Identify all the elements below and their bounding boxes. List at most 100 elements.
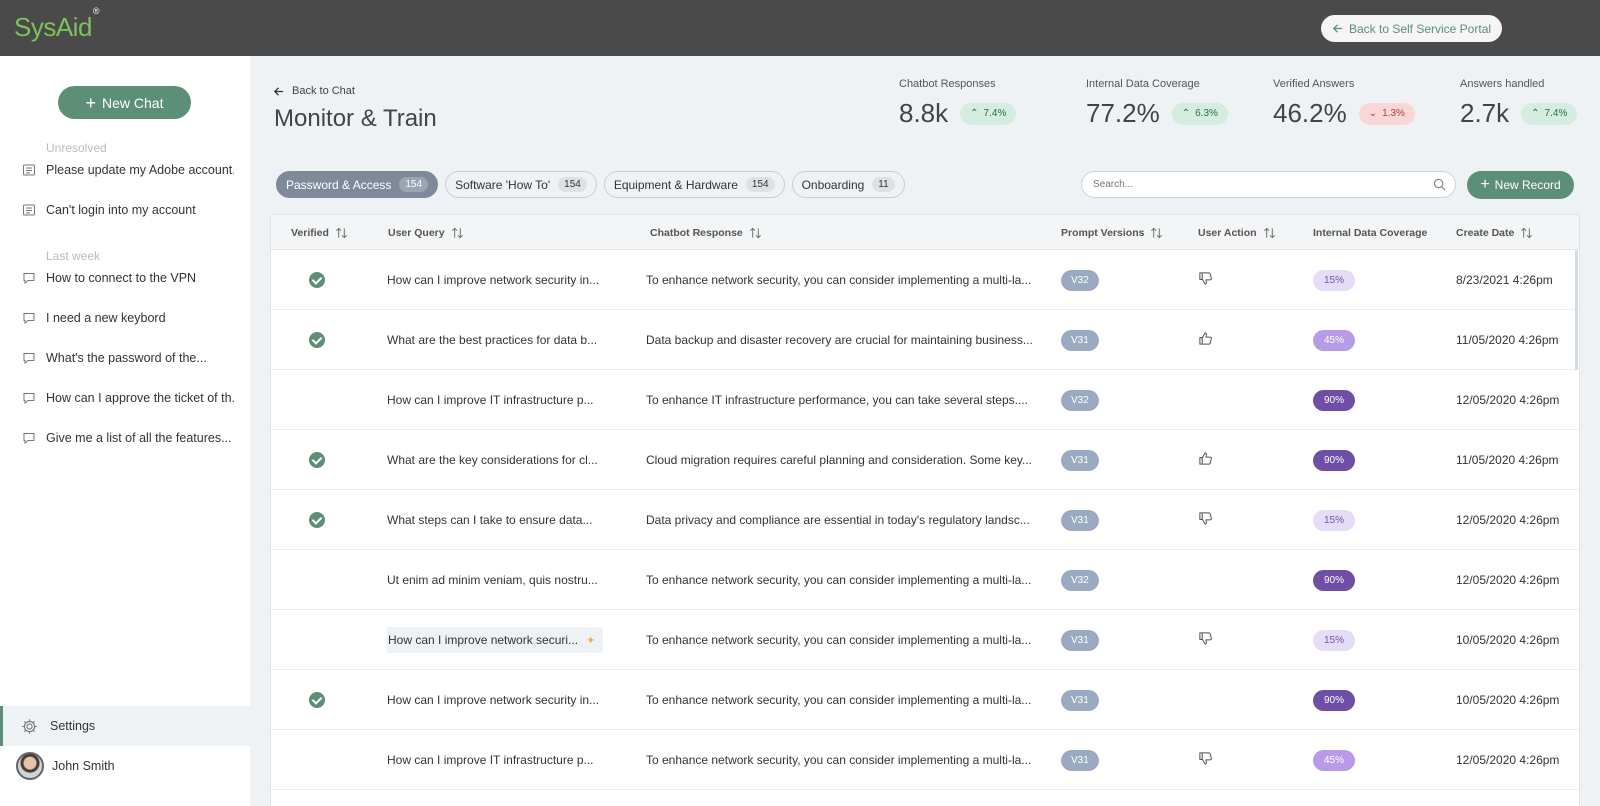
search-icon[interactable] [1433,178,1446,191]
chat-item[interactable]: Can't login into my account [22,200,234,220]
user-profile[interactable]: John Smith [16,751,115,781]
chat-item[interactable]: What's the password of the... [22,348,234,368]
user-query-cell[interactable]: What are the best practices for data b..… [387,310,627,370]
chatbot-response-cell[interactable]: To enhance network security, you can con… [646,730,1046,790]
sort-icon[interactable] [1150,227,1163,239]
version-badge: V31 [1061,689,1099,711]
coverage-cell: 90% [1313,430,1356,490]
document-icon [23,204,35,216]
tab-equipment-hardware[interactable]: Equipment & Hardware 154 [603,171,785,198]
chatbot-response-cell[interactable]: To enhance network security, you can con… [646,670,1046,730]
sort-icon[interactable] [1263,227,1276,239]
coverage-badge: 15% [1313,509,1356,531]
create-date-cell: 12/05/2020 4:26pm [1456,573,1560,587]
user-query-cell[interactable]: How can I improve network securi... ✦ [387,610,627,670]
coverage-cell: 45% [1313,310,1356,370]
table-row[interactable]: How can I improve network securi... ✦ To e… [271,610,1579,670]
coverage-badge: 90% [1313,689,1356,711]
chatbot-response-cell[interactable]: Data backup and disaster recovery are cr… [646,310,1046,370]
stat-value: 46.2% [1273,98,1347,128]
table-scrollbar[interactable] [1575,250,1578,370]
chatbot-response-cell[interactable]: To enhance network security, you can con… [646,250,1046,310]
search-input[interactable] [1081,171,1456,198]
table-row[interactable]: How can I improve network security in...… [271,670,1579,730]
chat-item[interactable]: Give me a list of all the features... [22,428,234,448]
back-to-chat-link[interactable]: Back to Chat [273,85,355,97]
coverage-cell: 15% [1313,490,1356,550]
sort-icon[interactable] [451,227,464,239]
table-row[interactable]: How can I improve IT infrastructure p...… [271,730,1579,790]
table-row[interactable]: What steps can I take to ensure data... D… [271,490,1579,550]
back-to-portal-button[interactable]: Back to Self Service Portal [1321,15,1502,42]
chatbot-response-cell[interactable]: Cloud migration requires careful plannin… [646,430,1046,490]
stat-delta-badge: ⌃ 7.4% [1521,102,1578,125]
version-badge: V31 [1061,749,1099,771]
settings-nav-item[interactable]: Settings [0,706,250,746]
create-date-cell: 10/05/2020 4:26pm [1456,633,1560,647]
user-action-cell [1198,250,1213,310]
column-header-user-query[interactable]: User Query [388,215,464,250]
table-row[interactable]: Ut enim ad minim veniam, quis nostru... T… [271,550,1579,610]
sort-icon[interactable] [335,227,348,239]
user-action-cell [1198,430,1213,490]
table-row[interactable]: How can I improve IT infrastructure p...… [271,370,1579,430]
chatbot-response-cell[interactable]: To enhance network security, you can con… [646,550,1046,610]
column-header-create-date[interactable]: Create Date [1456,215,1533,250]
user-query-cell[interactable]: How can I improve IT infrastructure p... [387,730,627,790]
coverage-badge: 90% [1313,449,1356,471]
column-header-internal-data-coverage[interactable]: Internal Data Coverage [1313,215,1427,250]
user-query-cell[interactable]: Ut enim ad minim veniam, quis nostru... [387,550,627,610]
column-header-user-action[interactable]: User Action [1198,215,1276,250]
coverage-badge: 15% [1313,269,1356,291]
arrow-left-icon [1332,24,1343,33]
query-highlight[interactable]: How can I improve network securi... ✦ [387,627,604,653]
back-to-portal-label: Back to Self Service Portal [1348,21,1492,36]
tab-password-access[interactable]: Password & Access 154 [276,171,439,198]
table-row[interactable]: What are the best practices for data b..… [271,310,1579,370]
user-query-cell[interactable]: What steps can I take to ensure data... [387,490,627,550]
column-header-verified[interactable]: Verified [291,215,348,250]
user-action-cell [1198,310,1213,370]
table-row[interactable]: What are the key considerations for cl..… [271,430,1579,490]
user-query-cell[interactable]: How can I improve network security in... [387,670,627,730]
stat-value: 2.7k [1460,98,1510,128]
chat-item[interactable]: I need a new keybord [22,308,234,328]
prompt-version-cell: V31 [1061,490,1099,550]
chatbot-response-cell[interactable]: Data privacy and compliance are essentia… [646,490,1046,550]
user-query-cell[interactable]: How can I improve network security in... [387,250,627,310]
thumbs-up-icon [1198,451,1213,469]
sort-icon[interactable] [749,227,762,239]
user-query-cell[interactable]: What are the key considerations for cl..… [387,430,627,490]
user-name: John Smith [52,759,115,773]
tab-software-how-to[interactable]: Software 'How To' 154 [445,171,597,198]
checkmark-icon [309,512,325,528]
top-bar: SysAid® Back to Self Service Portal [0,0,1600,56]
chat-item[interactable]: Please update my Adobe account... [22,160,234,180]
table-row[interactable]: How can I improve network security in...… [271,250,1579,310]
create-date-cell: 12/05/2020 4:26pm [1456,753,1560,767]
column-header-chatbot-response[interactable]: Chatbot Response [650,215,762,250]
column-header-prompt-versions[interactable]: Prompt Versions [1061,215,1163,250]
coverage-cell: 15% [1313,610,1356,670]
chatbot-response-cell[interactable]: To enhance IT infrastructure performance… [646,370,1046,430]
chat-item[interactable]: How to connect to the VPN [22,268,234,288]
coverage-cell: 15% [1313,250,1356,310]
thumbs-up-icon [1198,331,1213,349]
page-title: Monitor & Train [274,105,437,132]
verified-cell [309,670,325,730]
chat-item[interactable]: How can I approve the ticket of th... [22,388,234,408]
version-badge: V31 [1061,509,1099,531]
sysaid-logo[interactable]: SysAid® [14,6,100,43]
new-record-button[interactable]: + New Record [1467,171,1574,199]
prompt-version-cell: V31 [1061,610,1099,670]
chatbot-response-cell[interactable]: To enhance network security, you can con… [646,610,1046,670]
tab-onboarding[interactable]: Onboarding 11 [791,171,905,198]
checkmark-icon [309,272,325,288]
sort-icon[interactable] [1520,227,1533,239]
gear-icon [22,718,37,734]
user-query-cell[interactable]: How can I improve IT infrastructure p... [387,370,627,430]
verified-cell [309,430,325,490]
coverage-cell: 90% [1313,550,1356,610]
new-chat-button[interactable]: + New Chat [58,86,191,119]
thumbs-down-icon [1198,511,1213,529]
